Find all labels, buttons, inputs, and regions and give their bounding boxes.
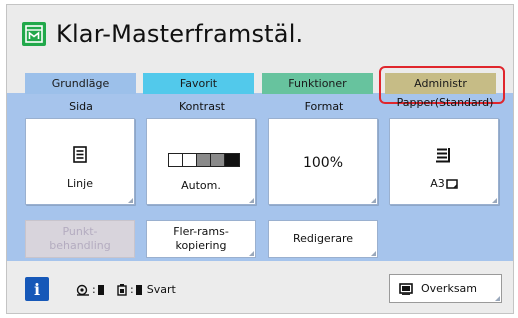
drum-status: : xyxy=(76,283,104,296)
master-icon xyxy=(22,22,46,46)
punkt-behandling-button[interactable]: Punkt- behandling xyxy=(25,220,135,258)
redigerare-label: Redigerare xyxy=(292,232,354,245)
overksam-label: Overksam xyxy=(421,282,478,295)
corner-mark xyxy=(495,296,500,301)
redigerare-button[interactable]: Redigerare xyxy=(268,220,378,258)
corner-mark xyxy=(492,198,497,203)
tab-label: Grundläge xyxy=(51,77,110,90)
format-value: 100% xyxy=(302,155,344,171)
contrast-level-bar xyxy=(168,153,240,167)
document-icon xyxy=(73,146,87,167)
sida-button[interactable]: Linje xyxy=(25,118,135,205)
corner-mark xyxy=(128,198,133,203)
corner-mark xyxy=(371,198,376,203)
tab-funktioner[interactable]: Funktioner xyxy=(262,73,373,94)
header: Klar-Masterframstäl. xyxy=(22,14,303,54)
fler-rams-label: Fler-rams- kopiering xyxy=(173,225,229,252)
sida-value: Linje xyxy=(67,177,93,190)
drum-separator: : xyxy=(92,283,96,296)
sleep-monitor-icon xyxy=(399,282,413,295)
kontrast-value: Autom. xyxy=(181,179,221,192)
page-title: Klar-Masterframstäl. xyxy=(56,20,304,48)
info-button[interactable]: i xyxy=(25,277,49,301)
ink-status: : Svart xyxy=(116,283,176,296)
sida-label: Sida xyxy=(69,100,93,113)
kontrast-label: Kontrast xyxy=(179,100,225,113)
corner-mark xyxy=(371,251,376,256)
ink-icon xyxy=(117,284,127,296)
ink-separator: : xyxy=(130,283,134,296)
drum-icon xyxy=(76,284,89,296)
drum-color-swatch xyxy=(97,284,104,295)
tab-grundlage[interactable]: Grundläge xyxy=(25,73,136,94)
papper-label: Papper(Standard) xyxy=(396,96,494,109)
corner-mark xyxy=(249,198,254,203)
ink-color-swatch xyxy=(135,284,142,295)
corner-mark xyxy=(249,251,254,256)
paper-stack-icon xyxy=(435,147,451,167)
ink-color-label: Svart xyxy=(146,283,176,296)
tab-label: Funktioner xyxy=(288,77,347,90)
format-label: Format xyxy=(304,100,344,113)
overksam-button[interactable]: Overksam xyxy=(389,274,502,303)
kontrast-button[interactable]: Autom. xyxy=(146,118,256,205)
tab-favorit[interactable]: Favorit xyxy=(143,73,254,94)
papper-button[interactable]: A3 xyxy=(389,118,499,205)
tab-label: Favorit xyxy=(179,77,218,90)
format-button[interactable]: 100% xyxy=(268,118,378,205)
fler-rams-kopiering-button[interactable]: Fler-rams- kopiering xyxy=(146,220,256,258)
papper-value: A3 xyxy=(430,177,445,190)
papper-value-row: A3 xyxy=(390,177,498,190)
paper-orientation-icon xyxy=(446,178,458,189)
